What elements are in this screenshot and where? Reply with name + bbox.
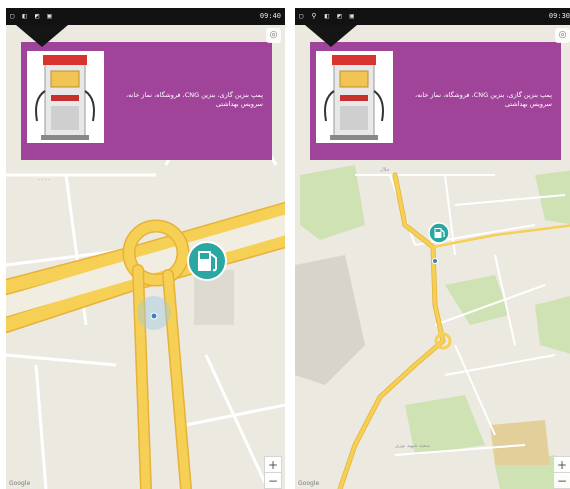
station-info-banner[interactable]: پمپ بنزین گازی، بنزین CNG، فروشگاه، نماز… xyxy=(310,42,561,160)
status-bar: ▢ ◧ ◩ ▣ 09:40 xyxy=(6,8,285,25)
station-services-text: پمپ بنزین گازی، بنزین CNG، فروشگاه، نماز… xyxy=(414,91,552,108)
user-location-icon xyxy=(150,312,158,320)
gas-pump-image xyxy=(27,51,104,143)
station-info-banner[interactable]: پمپ بنزین گازی، بنزین CNG، فروشگاه، نماز… xyxy=(21,42,272,160)
street-label: جلال xyxy=(380,167,390,173)
phone-screen-right: ▢ ⚲ ◧ ◩ ▣ 09:30 جلال سعید شهید نوری پمپ … xyxy=(295,8,570,489)
target-icon[interactable]: ◎ xyxy=(266,28,281,43)
user-location-icon xyxy=(432,258,438,264)
zoom-out-button[interactable]: − xyxy=(264,472,282,489)
status-time: 09:30 xyxy=(548,12,570,20)
zoom-out-button[interactable]: − xyxy=(553,472,570,489)
fuel-pump-icon xyxy=(324,55,384,140)
menu-notch-icon[interactable] xyxy=(16,25,68,47)
station-services-text: پمپ بنزین گازی، بنزین CNG، فروشگاه، نماز… xyxy=(125,91,263,108)
street-label: سعید شهید نوری xyxy=(395,443,430,449)
status-bar: ▢ ⚲ ◧ ◩ ▣ 09:30 xyxy=(295,8,570,25)
gas-pump-image xyxy=(316,51,393,143)
target-icon[interactable]: ◎ xyxy=(555,28,570,43)
status-icons: ▢ ◧ ◩ ▣ xyxy=(10,12,54,20)
fuel-pump-icon[interactable] xyxy=(428,222,450,244)
google-attribution: Google xyxy=(9,480,31,487)
phone-screen-left: ▢ ◧ ◩ ▣ 09:40 - - - - پمپ بنزین گازی، بن… xyxy=(6,8,285,489)
menu-notch-icon[interactable] xyxy=(305,25,357,47)
zoom-in-button[interactable]: + xyxy=(264,456,282,473)
status-icons: ▢ ⚲ ◧ ◩ ▣ xyxy=(299,12,356,20)
fuel-pump-icon xyxy=(35,55,95,140)
fuel-pump-icon[interactable] xyxy=(186,240,228,282)
zoom-in-button[interactable]: + xyxy=(553,456,570,473)
status-time: 09:40 xyxy=(259,12,281,20)
google-attribution: Google xyxy=(298,480,320,487)
